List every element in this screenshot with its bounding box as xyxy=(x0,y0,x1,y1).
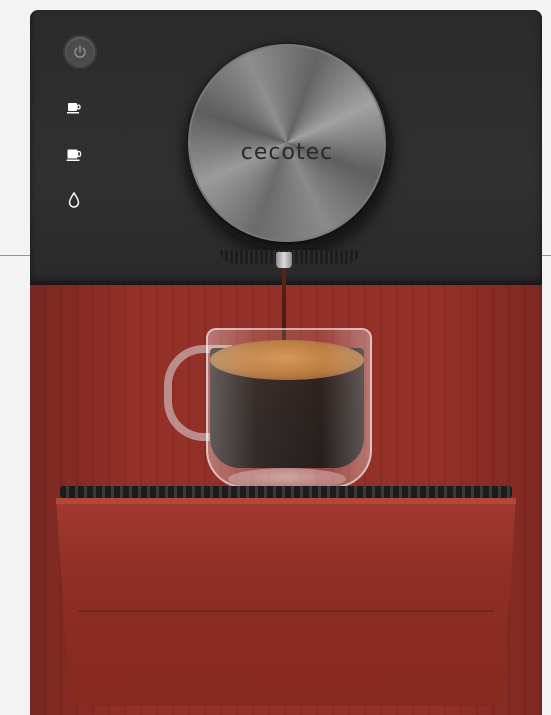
coffee-spout xyxy=(276,252,292,268)
drip-tray[interactable] xyxy=(56,498,516,706)
power-icon xyxy=(74,45,86,58)
drip-tray-seam xyxy=(78,610,494,612)
guide-line-left xyxy=(0,255,34,256)
brand-logo: cecotec xyxy=(240,140,334,165)
lungo-button[interactable] xyxy=(66,147,82,163)
control-panel: cecotec xyxy=(30,10,542,285)
hot-water-button[interactable] xyxy=(66,192,82,208)
drip-grate xyxy=(60,486,512,498)
power-button[interactable] xyxy=(65,37,95,67)
coffee-machine: cecotec xyxy=(30,10,542,715)
water-drop-icon xyxy=(68,192,80,208)
espresso-button[interactable] xyxy=(66,100,82,116)
large-cup-icon xyxy=(66,149,82,161)
drip-tray-lip xyxy=(56,498,516,504)
small-cup-icon xyxy=(67,103,81,114)
glass-cup xyxy=(206,328,372,488)
